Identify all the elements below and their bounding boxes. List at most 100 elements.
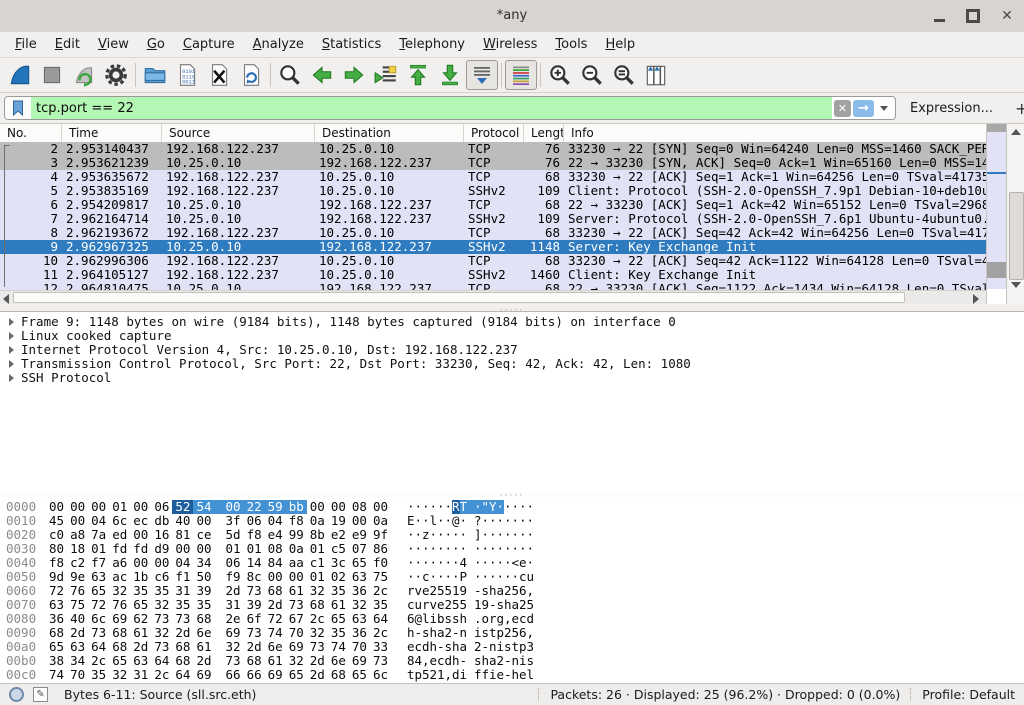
hex-byte[interactable]: 68 xyxy=(109,640,130,654)
hex-byte[interactable]: 2d xyxy=(265,598,286,612)
ascii-char[interactable]: 2 xyxy=(504,626,512,640)
capture-comment-icon[interactable]: ✎ xyxy=(33,687,48,702)
ascii-char[interactable]: · xyxy=(430,500,438,514)
ascii-char[interactable]: p xyxy=(415,668,423,682)
hex-byte[interactable]: 04 xyxy=(265,514,286,528)
hex-byte[interactable]: 32 xyxy=(223,640,244,654)
ascii-char[interactable]: ? xyxy=(474,514,482,528)
filter-bookmark-button[interactable] xyxy=(5,97,31,119)
hex-byte[interactable]: 73 xyxy=(370,654,391,668)
ascii-char[interactable]: r xyxy=(407,584,415,598)
ascii-char[interactable]: s xyxy=(452,612,460,626)
ascii-char[interactable]: v xyxy=(415,584,423,598)
expand-triangle-icon[interactable] xyxy=(9,346,14,354)
packet-row[interactable]: 112.964105127192.168.122.23710.25.0.10SS… xyxy=(0,268,986,282)
ascii-char[interactable]: · xyxy=(407,500,415,514)
ascii-char[interactable]: · xyxy=(482,514,490,528)
ascii-char[interactable]: · xyxy=(430,528,438,542)
ascii-char[interactable]: - xyxy=(504,668,512,682)
ascii-char[interactable]: 3 xyxy=(527,640,535,654)
hex-byte[interactable]: 76 xyxy=(109,598,130,612)
hex-byte[interactable]: 08 xyxy=(265,542,286,556)
column-header-destination[interactable]: Destination xyxy=(315,124,464,142)
ascii-char[interactable]: a xyxy=(497,584,505,598)
ascii-char[interactable]: c xyxy=(519,570,527,584)
hex-byte[interactable]: 00 xyxy=(88,500,109,514)
hex-byte[interactable]: 73 xyxy=(88,626,109,640)
ascii-char[interactable]: · xyxy=(452,556,460,570)
hex-byte[interactable]: 01 xyxy=(307,542,328,556)
maximize-button[interactable] xyxy=(956,0,990,32)
go-forward-button[interactable] xyxy=(338,60,370,90)
ascii-char[interactable]: · xyxy=(512,500,520,514)
ascii-char[interactable]: e xyxy=(519,668,527,682)
hex-byte[interactable]: 01 xyxy=(244,542,265,556)
ascii-char[interactable]: P xyxy=(460,570,468,584)
ascii-char[interactable]: · xyxy=(452,542,460,556)
ascii-char[interactable]: · xyxy=(437,500,445,514)
ascii-char[interactable]: · xyxy=(527,514,535,528)
restart-capture-button[interactable] xyxy=(68,60,100,90)
ascii-char[interactable]: · xyxy=(482,570,490,584)
hex-byte[interactable]: 64 xyxy=(172,668,193,682)
ascii-char[interactable]: a xyxy=(489,654,497,668)
ascii-char[interactable]: 5 xyxy=(422,668,430,682)
hex-byte[interactable]: 40 xyxy=(172,514,193,528)
ascii-char[interactable]: · xyxy=(452,528,460,542)
hex-byte[interactable]: 69 xyxy=(349,654,370,668)
add-filter-button[interactable]: + xyxy=(1015,99,1024,118)
packet-row[interactable]: 82.962193672192.168.122.23710.25.0.10TCP… xyxy=(0,226,986,240)
ascii-char[interactable]: < xyxy=(512,556,520,570)
ascii-char[interactable]: f xyxy=(482,668,490,682)
hex-byte[interactable]: 68 xyxy=(172,640,193,654)
ascii-char[interactable]: i xyxy=(460,668,468,682)
capture-options-button[interactable] xyxy=(100,60,132,90)
hex-byte[interactable]: 5d xyxy=(223,528,244,542)
hex-byte[interactable]: 69 xyxy=(223,626,244,640)
hex-byte[interactable]: 2d xyxy=(67,626,88,640)
hex-byte[interactable]: 69 xyxy=(109,612,130,626)
hex-byte[interactable]: 00 xyxy=(215,500,244,514)
hex-byte[interactable]: 61 xyxy=(193,640,214,654)
hscroll-thumb[interactable] xyxy=(13,292,905,303)
ascii-char[interactable]: · xyxy=(430,542,438,556)
hex-byte[interactable]: 70 xyxy=(286,626,307,640)
hex-byte[interactable]: 65 xyxy=(130,598,151,612)
hex-byte[interactable]: 01 xyxy=(88,542,109,556)
hex-byte[interactable]: 8b xyxy=(307,528,328,542)
ascii-char[interactable]: c xyxy=(437,654,445,668)
ascii-char[interactable]: t xyxy=(407,668,415,682)
menu-item-view[interactable]: View xyxy=(89,34,138,55)
reload-file-button[interactable] xyxy=(235,60,267,90)
menu-item-capture[interactable]: Capture xyxy=(174,34,244,55)
ascii-char[interactable]: · xyxy=(519,500,527,514)
hex-byte[interactable]: f0 xyxy=(370,556,391,570)
packet-row[interactable]: 42.953635672192.168.122.23710.25.0.10TCP… xyxy=(0,170,986,184)
ascii-char[interactable]: · xyxy=(445,542,453,556)
ascii-char[interactable]: h xyxy=(504,598,512,612)
close-button[interactable]: ✕ xyxy=(990,0,1024,32)
hex-byte[interactable]: d9 xyxy=(151,542,172,556)
ascii-char[interactable]: 2 xyxy=(430,668,438,682)
ascii-char[interactable]: . xyxy=(474,612,482,626)
ascii-char[interactable]: · xyxy=(467,500,482,514)
filter-value[interactable]: tcp.port == 22 xyxy=(31,97,832,119)
ascii-char[interactable]: ] xyxy=(474,528,482,542)
hex-byte[interactable]: 65 xyxy=(46,640,67,654)
ascii-char[interactable]: a xyxy=(512,598,520,612)
packet-list-hscrollbar[interactable] xyxy=(0,290,986,305)
hex-byte[interactable]: e9 xyxy=(349,528,370,542)
hex-byte[interactable]: 62 xyxy=(130,612,151,626)
ascii-char[interactable]: · xyxy=(504,500,512,514)
hex-byte[interactable]: 1b xyxy=(130,570,151,584)
hex-byte[interactable]: c5 xyxy=(328,542,349,556)
ascii-char[interactable]: c xyxy=(415,640,423,654)
ascii-char[interactable]: d xyxy=(452,668,460,682)
ascii-char[interactable]: e xyxy=(437,598,445,612)
zoom-in-button[interactable] xyxy=(544,60,576,90)
ascii-char[interactable]: · xyxy=(437,556,445,570)
hex-byte[interactable]: 22 xyxy=(244,500,265,514)
hex-byte[interactable]: 65 xyxy=(286,668,307,682)
close-file-button[interactable] xyxy=(203,60,235,90)
hex-byte[interactable]: 54 xyxy=(193,500,214,514)
